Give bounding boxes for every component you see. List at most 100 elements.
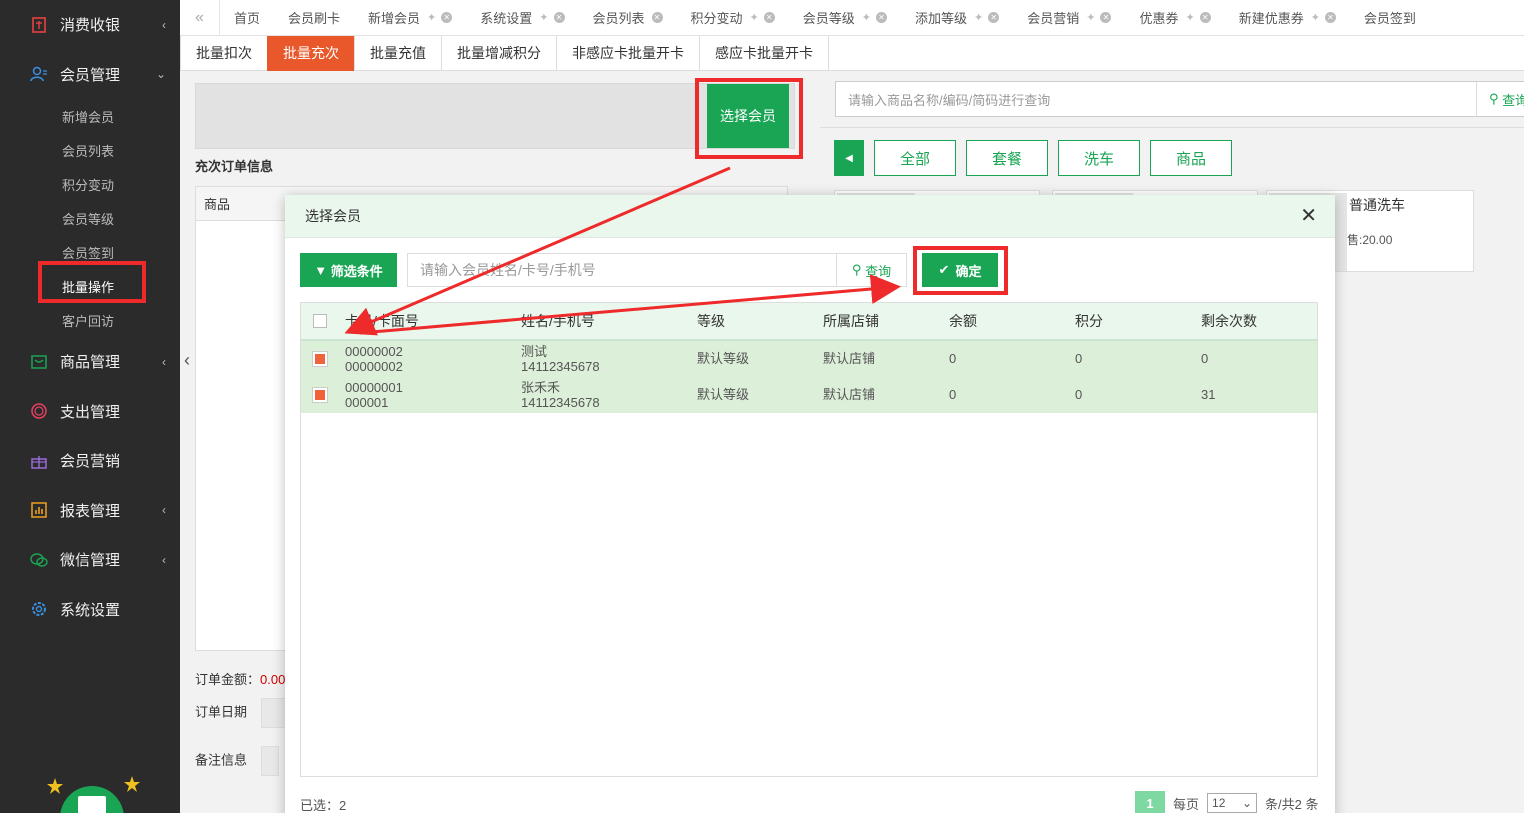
double-chevron-left-icon[interactable]: « (180, 0, 220, 36)
order-date: 订单日期 (195, 698, 298, 728)
table-row[interactable]: 00000001 000001 张禾禾 14112345678 默认等级 默认店铺 … (301, 377, 1317, 413)
close-icon[interactable]: ✕ (875, 12, 887, 23)
modal-header: 选择会员 ✕ (285, 195, 1335, 238)
subtab-card-open[interactable]: 感应卡批量开卡 (699, 36, 829, 71)
cell-points: 0 (1075, 351, 1083, 366)
collapse-chevron-icon[interactable]: ‹ (184, 350, 190, 371)
close-icon[interactable]: ✕ (1199, 12, 1211, 23)
nav-label: 报表管理 (60, 502, 121, 520)
pin-icon[interactable]: ✦ (1311, 11, 1320, 24)
category-all[interactable]: 全部 (874, 140, 956, 176)
chevron-down-icon: ⌄ (1241, 796, 1253, 810)
product-name: 普通洗车 (1349, 197, 1405, 213)
chevron-left-icon: ‹ (162, 17, 166, 32)
expense-icon (30, 402, 48, 420)
tab-new-coupon[interactable]: 新建优惠券 ✦ ✕ (1225, 0, 1350, 36)
close-icon[interactable]: ✕ (1300, 206, 1317, 226)
member-search-button[interactable]: ⚲ 查询 (836, 254, 906, 286)
subtab-batch-recharge[interactable]: 批量充值 (354, 36, 442, 71)
face-no: 00000002 (345, 359, 403, 374)
sub-item-level[interactable]: 会员等级 (0, 201, 180, 235)
cell-level: 默认等级 (697, 387, 750, 402)
per-page-select[interactable]: 12 ⌄ (1207, 793, 1258, 813)
nav-label: 商品管理 (60, 354, 121, 372)
chevron-left-icon: ‹ (162, 354, 166, 369)
member-table: 卡号/卡面号 姓名/手机号 等级 所属店铺 余额 积分 剩余次数 0000000… (300, 302, 1318, 777)
product-price: 售:20.00 (1347, 233, 1393, 247)
pin-icon[interactable]: ✦ (1185, 11, 1194, 24)
nav-settings[interactable]: 系统设置 (0, 585, 180, 635)
pin-icon[interactable]: ✦ (539, 11, 548, 24)
close-icon[interactable]: ✕ (988, 12, 1000, 23)
col-points: 积分 (1075, 312, 1103, 329)
tab-add-member[interactable]: 新增会员 ✦ ✕ (354, 0, 466, 36)
pin-icon[interactable]: ✦ (862, 11, 871, 24)
pin-icon[interactable]: ✦ (1086, 11, 1095, 24)
tab-add-level[interactable]: 添加等级 ✦ ✕ (901, 0, 1013, 36)
sub-item-add-member[interactable]: 新增会员 (0, 99, 180, 133)
nav-wechat[interactable]: 微信管理 ‹ (0, 535, 180, 585)
subtab-batch-recharge-times[interactable]: 批量充次 (267, 36, 355, 71)
filter-button[interactable]: ▼ 筛选条件 (300, 253, 397, 287)
search-btn-label: 查询 (865, 263, 892, 279)
member-search-input[interactable]: 请输入会员姓名/卡号/手机号 ⚲ 查询 (407, 253, 907, 287)
tab-home[interactable]: 首页 (220, 0, 274, 36)
goods-icon (30, 353, 48, 371)
tab-coupon[interactable]: 优惠券 ✦ ✕ (1125, 0, 1224, 36)
tab-member-card[interactable]: 会员刷卡 (274, 0, 354, 36)
product-search-button[interactable]: ⚲ 查询 (1476, 82, 1524, 116)
nav-goods[interactable]: 商品管理 ‹ (0, 337, 180, 387)
nav-marketing[interactable]: 会员营销 (0, 436, 180, 486)
sub-item-visit[interactable]: 客户回访 (0, 303, 180, 337)
table-row[interactable]: 00000002 00000002 测试 14112345678 默认等级 默认店铺… (301, 341, 1317, 377)
close-icon[interactable]: ✕ (553, 12, 565, 23)
close-icon[interactable]: ✕ (1100, 12, 1112, 23)
tab-points[interactable]: 积分变动 ✦ ✕ (677, 0, 789, 36)
sub-item-points[interactable]: 积分变动 (0, 167, 180, 201)
tab-label: 新增会员 (368, 11, 421, 26)
page-1-button[interactable]: 1 (1135, 791, 1165, 813)
close-icon[interactable]: ✕ (1324, 12, 1336, 23)
highlight-batch-menu (38, 261, 146, 303)
sub-item-member-list[interactable]: 会员列表 (0, 133, 180, 167)
gear-icon (30, 600, 48, 618)
tab-marketing[interactable]: 会员营销 ✦ ✕ (1013, 0, 1125, 36)
close-icon[interactable]: ✕ (651, 12, 663, 23)
tab-label: 优惠券 (1139, 11, 1179, 26)
pin-icon[interactable]: ✦ (427, 11, 436, 24)
cell-points: 0 (1075, 387, 1083, 402)
subtab-batch-points[interactable]: 批量增减积分 (441, 36, 557, 71)
close-icon[interactable]: ✕ (441, 12, 453, 23)
select-all-checkbox[interactable] (313, 314, 327, 328)
category-package[interactable]: 套餐 (966, 140, 1048, 176)
close-icon[interactable]: ✕ (763, 12, 775, 23)
pin-icon[interactable]: ✦ (974, 11, 983, 24)
tab-label: 会员等级 (802, 11, 855, 26)
nav-label: 会员营销 (60, 453, 121, 471)
tab-system-settings[interactable]: 系统设置 ✦ ✕ (466, 0, 578, 36)
nav-report[interactable]: 报表管理 ‹ (0, 486, 180, 536)
tab-member-list[interactable]: 会员列表 ✕ (579, 0, 677, 36)
pin-icon[interactable]: ✦ (750, 11, 759, 24)
row-checkbox[interactable] (312, 351, 328, 367)
tab-checkin[interactable]: 会员签到 (1350, 0, 1430, 36)
category-goods[interactable]: 商品 (1150, 140, 1232, 176)
tab-label: 首页 (234, 11, 261, 26)
subtab-batch-deduct[interactable]: 批量扣次 (180, 36, 268, 71)
filter-btn-label: 筛选条件 (330, 263, 383, 279)
category-carwash[interactable]: 洗车 (1058, 140, 1140, 176)
caret-left-icon[interactable]: ◀ (834, 140, 864, 176)
remark-label: 备注信息 (195, 752, 248, 768)
nav-member[interactable]: 会员管理 ⌄ (0, 50, 180, 100)
nav-expense[interactable]: 支出管理 (0, 387, 180, 437)
nav-cashier[interactable]: 消费收银 ‹ (0, 0, 180, 50)
sidebar: 消费收银 ‹ 会员管理 ⌄ 新增会员 会员列表 积分变动 会员等级 会员签到 批… (0, 0, 180, 813)
remark-input[interactable] (261, 746, 280, 776)
subtab-noncard-open[interactable]: 非感应卡批量开卡 (556, 36, 700, 71)
product-search-input[interactable]: 请输入商品名称/编码/简码进行查询 ⚲ 查询 (835, 81, 1524, 117)
nav-label: 系统设置 (60, 601, 121, 619)
wechat-icon (30, 551, 48, 569)
row-checkbox[interactable] (312, 387, 328, 403)
cell-shop: 默认店铺 (823, 387, 876, 402)
tab-member-level[interactable]: 会员等级 ✦ ✕ (789, 0, 901, 36)
